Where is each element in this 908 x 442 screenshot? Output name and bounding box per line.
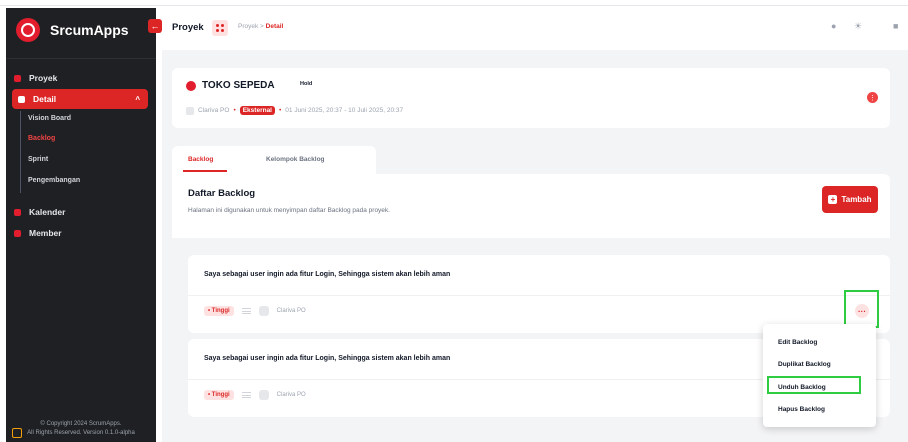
chevron-up-icon: ^ [135, 94, 140, 104]
item-divider [188, 295, 890, 296]
window-top-border [0, 0, 908, 6]
add-backlog-label: Tambah [841, 195, 872, 204]
sidebar-item-member[interactable]: Member [14, 225, 62, 241]
menu-item-delete-backlog[interactable]: Hapus Backlog [778, 406, 825, 413]
plus-icon: + [828, 195, 838, 204]
drag-handle-icon[interactable] [241, 308, 251, 314]
project-logo-icon [186, 81, 196, 91]
sidebar-item-label: Kalender [29, 207, 66, 217]
dot-separator: • [279, 107, 282, 114]
sidebar-item-kalender[interactable]: Kalender [14, 204, 65, 220]
tab-backlog[interactable]: Backlog [188, 156, 213, 163]
priority-badge: • Tinggi [204, 390, 234, 400]
avatar [186, 106, 194, 115]
active-tab-indicator [183, 170, 227, 172]
tab-kelompok-backlog[interactable]: Kelompok Backlog [266, 156, 325, 163]
section-title: Daftar Backlog [188, 188, 256, 199]
project-options-button[interactable]: ⋮ [867, 92, 878, 103]
breadcrumb-current: Detail [265, 23, 284, 30]
sidebar-subitem-sprint[interactable]: Sprint [28, 156, 48, 163]
breadcrumb: Proyek > Detail [238, 23, 283, 30]
user-icon [14, 229, 21, 237]
project-name: TOKO SEPEDA [202, 80, 275, 91]
brand-name: SrcumApps [50, 22, 129, 38]
submenu-line [20, 111, 21, 193]
assignee-name: Clariva PO [276, 308, 306, 314]
calendar-icon [14, 208, 21, 216]
backlog-item-title: Saya sebagai user ingin ada fitur Login,… [204, 355, 451, 362]
list-item[interactable]: Saya sebagai user ingin ada fitur Login,… [188, 255, 890, 333]
project-date-range: 01 Juni 2025, 20:37 - 10 Juli 2025, 20:3… [285, 107, 404, 114]
project-card: TOKO SEPEDA Hold Clariva PO • Eksternal … [172, 68, 890, 128]
tab-bar: Backlog Kelompok Backlog [172, 146, 376, 174]
sidebar: SrcumApps Proyek Detail ^ Vision Board B… [6, 8, 156, 442]
sidebar-item-label: Detail [33, 94, 57, 104]
sidebar-item-label: Member [29, 228, 62, 238]
section-description: Halaman ini digunakan untuk menyimpan da… [188, 207, 390, 214]
detail-icon [18, 95, 25, 103]
dot-separator: • [233, 107, 236, 114]
topbar: Proyek Proyek > Detail ● ☀ ■ [162, 8, 908, 48]
collapse-sidebar-button[interactable]: ← [148, 19, 162, 33]
version-text: All Rights Reserved. Version 0.1.0-alpha [27, 430, 135, 436]
avatar [258, 306, 269, 316]
menu-item-edit-backlog[interactable]: Edit Backlog [778, 339, 817, 346]
highlight-box [844, 290, 879, 328]
sun-icon[interactable]: ☀ [854, 21, 862, 32]
folder-icon [14, 74, 21, 82]
sidebar-subitem-backlog[interactable]: Backlog [28, 135, 55, 142]
app-logo-icon [16, 18, 40, 42]
corner-app-icon [12, 428, 22, 438]
backlog-item-title: Saya sebagai user ingin ada fitur Login,… [204, 271, 451, 278]
avatar [258, 390, 269, 400]
breadcrumb-separator: > [260, 23, 264, 30]
project-owner: Clariva PO [198, 107, 230, 114]
project-type-badge: Eksternal [239, 106, 275, 115]
sidebar-divider [6, 58, 156, 59]
highlight-box [767, 376, 861, 394]
bell-icon[interactable]: ● [831, 21, 836, 31]
priority-badge: • Tinggi [204, 306, 234, 316]
sidebar-footer: © Copyright 2024 ScrumApps. All Rights R… [6, 420, 156, 438]
project-status-badge: Hold [300, 81, 313, 87]
backlog-item-meta: • Tinggi Clariva PO [204, 390, 306, 400]
sidebar-subitem-pengembangan[interactable]: Pengembangan [28, 177, 80, 184]
project-meta: Clariva PO • Eksternal • 01 Juni 2025, 2… [186, 106, 403, 115]
breadcrumb-root[interactable]: Proyek [238, 23, 258, 30]
assignee-name: Clariva PO [276, 392, 306, 398]
backlog-item-meta: • Tinggi Clariva PO [204, 306, 306, 316]
menu-item-duplicate-backlog[interactable]: Duplikat Backlog [778, 361, 831, 368]
drag-handle-icon[interactable] [241, 392, 251, 398]
project-badge-icon [212, 20, 228, 36]
profile-icon[interactable]: ■ [893, 21, 898, 31]
page-title: Proyek [172, 22, 204, 33]
sidebar-header: SrcumApps [6, 8, 156, 52]
sidebar-item-label: Proyek [29, 73, 58, 83]
copyright-text: © Copyright 2024 ScrumApps. [40, 421, 122, 427]
sidebar-item-proyek[interactable]: Proyek [14, 70, 57, 86]
sidebar-subitem-vision-board[interactable]: Vision Board [28, 115, 71, 122]
sidebar-item-detail[interactable]: Detail ^ [12, 89, 148, 109]
add-backlog-button[interactable]: + Tambah [822, 186, 878, 213]
